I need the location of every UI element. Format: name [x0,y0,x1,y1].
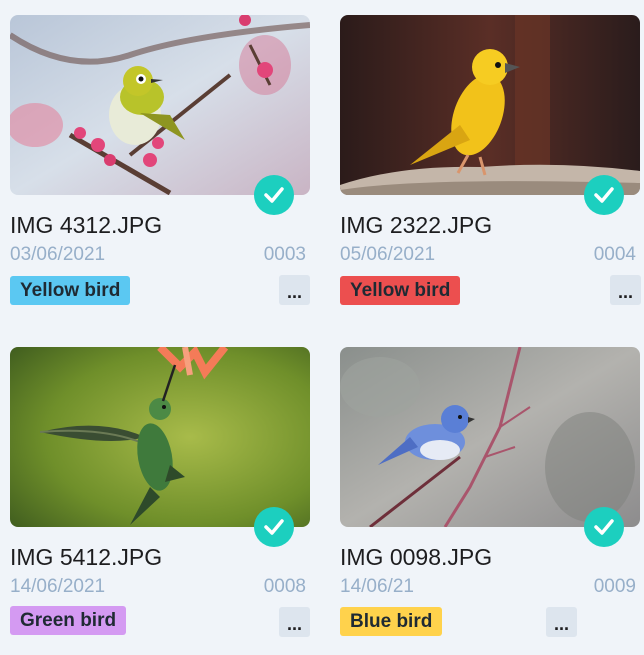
file-number: 0008 [263,576,306,597]
file-number: 0009 [593,576,636,597]
file-number: 0003 [263,244,306,265]
tag-badge[interactable]: Green bird [10,606,127,635]
file-name: IMG 2322.JPG [340,212,493,238]
selected-check-icon[interactable] [254,175,294,215]
hummingbird-photo [10,347,310,527]
selected-check-icon[interactable] [584,507,624,547]
white-eye-bird-photo [10,15,310,195]
file-name: IMG 5412.JPG [10,544,163,570]
file-date: 14/06/2021 [10,576,106,597]
more-options-button[interactable]: ... [610,275,641,305]
more-options-button[interactable]: ... [279,607,310,637]
selected-check-icon[interactable] [254,507,294,547]
yellow-canary-photo [340,15,640,195]
more-options-button[interactable]: ... [279,275,310,305]
file-date: 14/06/21 [340,576,414,597]
photo-card[interactable]: IMG 5412.JPG 14/06/2021 0008 Green bird … [10,347,310,639]
file-date: 03/06/2021 [10,244,106,265]
file-name: IMG 0098.JPG [340,544,493,570]
tag-badge[interactable]: Yellow bird [10,276,131,305]
photo-thumbnail[interactable] [10,15,310,195]
file-number: 0004 [593,244,636,265]
photo-card[interactable]: IMG 4312.JPG 03/06/2021 0003 Yellow bird… [10,15,310,305]
bluebird-photo [340,347,640,527]
photo-thumbnail[interactable] [340,347,640,527]
photo-card[interactable]: IMG 2322.JPG 05/06/2021 0004 Yellow bird… [340,15,641,305]
tag-badge[interactable]: Blue bird [340,607,443,636]
more-options-button[interactable]: ... [546,607,577,637]
tag-badge[interactable]: Yellow bird [340,276,461,305]
photo-card[interactable]: IMG 0098.JPG 14/06/21 0009 Blue bird ... [340,347,640,639]
selected-check-icon[interactable] [584,175,624,215]
file-name: IMG 4312.JPG [10,212,163,238]
photo-thumbnail[interactable] [10,347,310,527]
photo-thumbnail[interactable] [340,15,640,195]
file-date: 05/06/2021 [340,244,436,265]
